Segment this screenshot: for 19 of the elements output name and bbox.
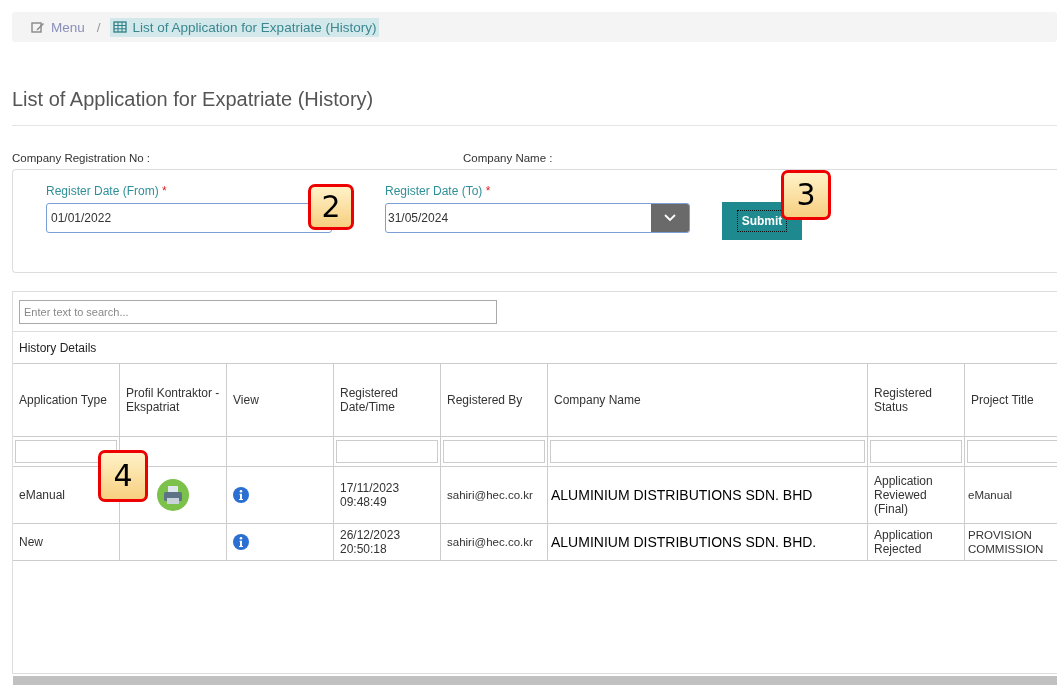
table-caption: History Details	[19, 340, 97, 355]
table-cell: 26/12/2023 20:50:18	[333, 523, 441, 561]
field-label: Company Name :	[463, 152, 553, 164]
table-cell: sahiri@hec.co.kr	[440, 466, 548, 524]
step-number-tooltip: 2	[308, 184, 354, 230]
step-number-tooltip: 3	[781, 170, 831, 220]
table-cell: New	[13, 523, 120, 561]
breadcrumb-separator: /	[96, 19, 101, 35]
table-cell: Application Rejected	[867, 523, 965, 561]
step-number-tooltip: 4	[98, 450, 148, 502]
table-cell: 17/11/2023 09:48:49	[333, 466, 441, 524]
field-label: Register Date (From) *	[46, 184, 168, 198]
table-cell: ALUMINIUM DISTRIBUTIONS SDN. BHD	[547, 466, 868, 524]
table-cell: Application Reviewed (Final)	[867, 466, 965, 524]
page-title: List of Application for Expatriate (History)	[12, 87, 375, 111]
table-cell: ALUMINIUM DISTRIBUTIONS SDN. BHD.	[547, 523, 868, 561]
field-label: Company Registration No :	[12, 152, 152, 164]
table-cell: sahiri@hec.co.kr	[440, 523, 548, 561]
field-label: Register Date (To) *	[385, 184, 492, 198]
